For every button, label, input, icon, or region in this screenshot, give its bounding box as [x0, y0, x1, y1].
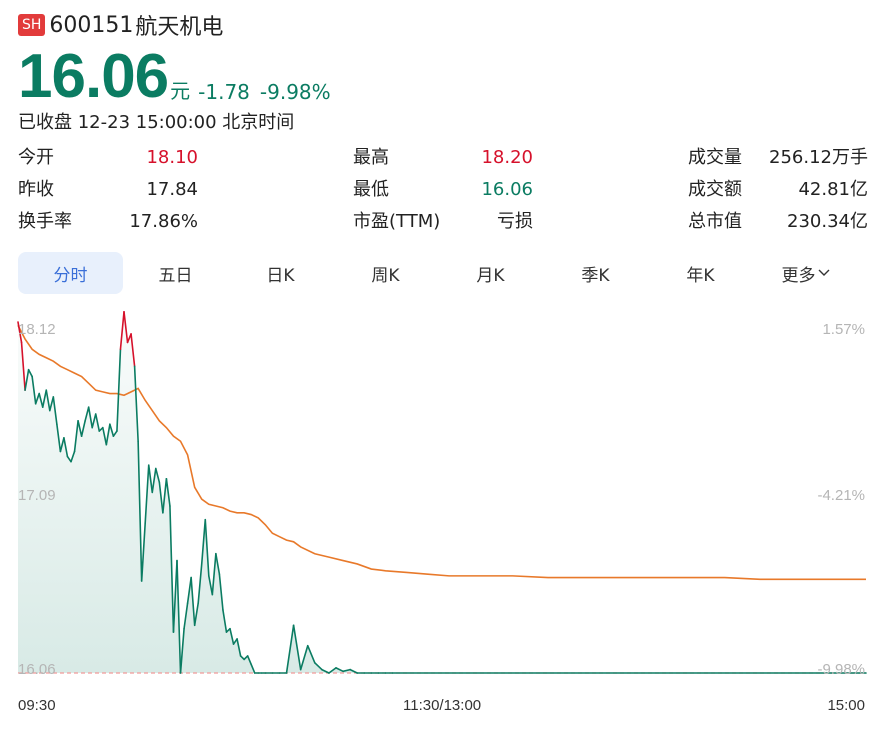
y-right-tick-bottom: -9.98% — [817, 661, 865, 678]
stat-label: 成交量 — [688, 147, 742, 168]
y-right-tick-mid: -4.21% — [817, 487, 865, 504]
x-tick-open: 09:30 — [18, 697, 56, 714]
quote-stats: 今开 18.10 最高 18.20 成交量 256.12万手 昨收 17.84 … — [18, 144, 870, 240]
y-left-tick-bottom: 16.06 — [18, 661, 56, 678]
stat-label: 最高 — [353, 147, 389, 168]
y-right-tick-top: 1.57% — [822, 321, 865, 338]
stat-label: 今开 — [18, 147, 54, 168]
tab-yearly-k[interactable]: 年K — [648, 252, 753, 294]
stock-code: 600151 — [49, 12, 134, 38]
price-change-percent: -9.98% — [259, 80, 331, 104]
stat-label: 昨收 — [18, 179, 54, 200]
tab-quarterly-k[interactable]: 季K — [543, 252, 648, 294]
chart-period-tabs: 分时 五日 日K 周K 月K 季K 年K 更多 — [18, 252, 858, 296]
stat-value: 18.10 — [146, 147, 198, 168]
stat-value: 256.12万手 — [769, 147, 868, 168]
market-status: 已收盘 12-23 15:00:00 北京时间 — [18, 112, 295, 133]
intraday-chart-svg — [17, 310, 867, 674]
stock-name: 航天机电 — [135, 15, 224, 40]
tab-daily-k[interactable]: 日K — [228, 252, 333, 294]
stat-value: 亏损 — [497, 211, 533, 232]
stats-row: 今开 18.10 最高 18.20 成交量 256.12万手 — [18, 144, 870, 176]
x-tick-close: 15:00 — [827, 697, 865, 714]
stat-value: 16.06 — [481, 179, 533, 200]
current-price: 16.06 — [18, 42, 169, 111]
stats-row: 换手率 17.86% 市盈(TTM) 亏损 总市值 230.34亿 — [18, 208, 870, 240]
tab-more-label: 更多 — [781, 265, 816, 286]
price-area-fill — [18, 311, 866, 673]
intraday-chart[interactable]: 18.12 17.09 16.06 1.57% -4.21% -9.98% 09… — [0, 300, 875, 730]
stat-value: 42.81亿 — [798, 179, 868, 200]
stat-label: 最低 — [353, 179, 389, 200]
tab-five-day[interactable]: 五日 — [123, 252, 228, 294]
stat-value: 17.86% — [129, 211, 198, 232]
tab-monthly-k[interactable]: 月K — [438, 252, 543, 294]
y-left-tick-mid: 17.09 — [18, 487, 56, 504]
market-badge: SH — [18, 14, 46, 36]
stat-label: 总市值 — [688, 211, 742, 232]
stock-header: SH 600151 航天机电 — [18, 10, 223, 40]
y-left-tick-top: 18.12 — [18, 321, 56, 338]
price-unit: 元 — [170, 79, 191, 103]
stat-label: 换手率 — [18, 211, 72, 232]
tab-weekly-k[interactable]: 周K — [333, 252, 438, 294]
price-change: -1.78 — [198, 80, 250, 104]
tab-intraday[interactable]: 分时 — [18, 252, 123, 294]
x-tick-midday: 11:30/13:00 — [403, 697, 482, 714]
stat-value: 18.20 — [481, 147, 533, 168]
price-row: 16.06 元 -1.78 -9.98% — [18, 44, 331, 108]
chevron-down-icon — [818, 265, 830, 281]
stat-value: 230.34亿 — [787, 211, 868, 232]
stats-row: 昨收 17.84 最低 16.06 成交额 42.81亿 — [18, 176, 870, 208]
stat-label: 成交额 — [688, 179, 742, 200]
stat-label: 市盈(TTM) — [353, 211, 441, 232]
tab-more[interactable]: 更多 — [753, 252, 858, 294]
stat-value: 17.84 — [146, 179, 198, 200]
